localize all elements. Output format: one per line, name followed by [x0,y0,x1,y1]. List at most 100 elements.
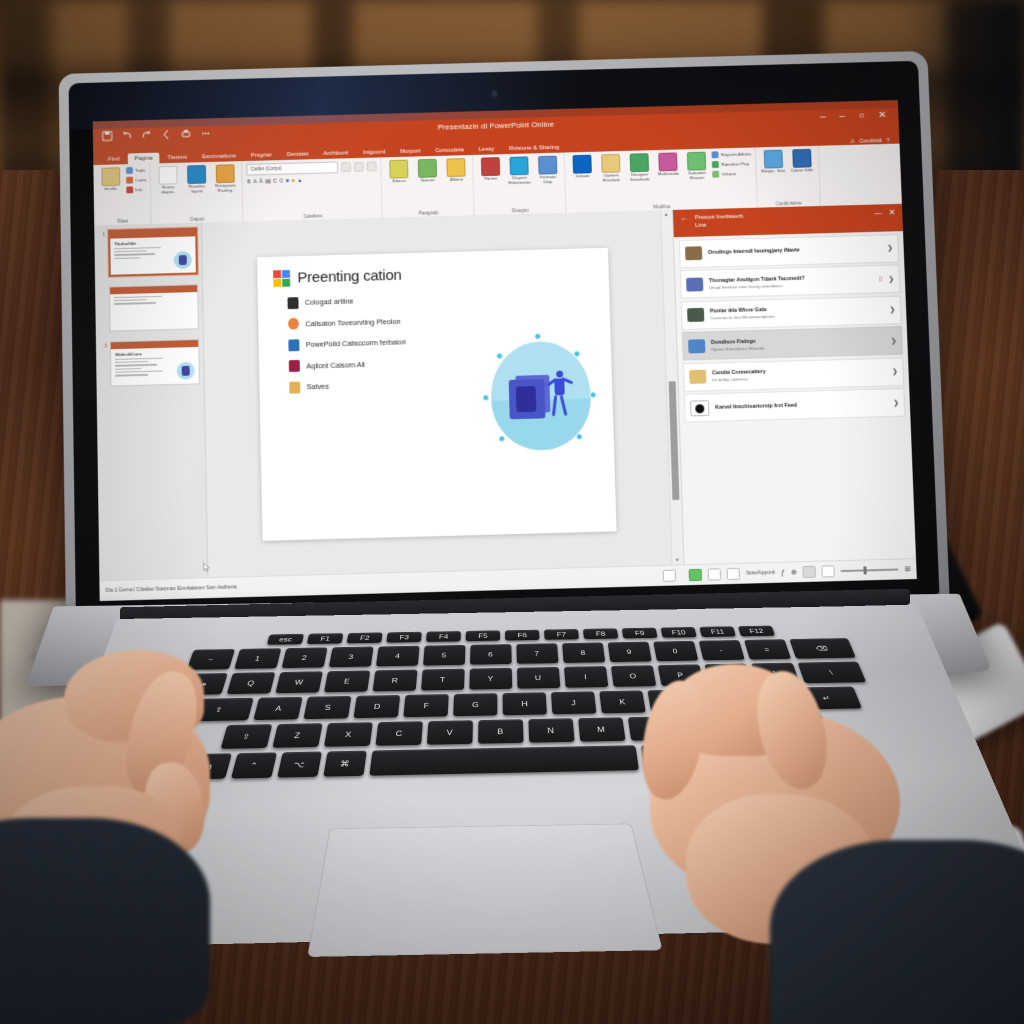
accessibility-icon[interactable]: ƒ [781,569,785,576]
slide-thumbnail[interactable]: Slides&Conc [110,339,200,387]
task-panel-item[interactable]: Karvel Itrechtsartorstp frot Feed ❯ [684,388,905,423]
ribbon-button-1-0[interactable]: Nuova diapos. [155,166,181,196]
key-X[interactable]: X [323,722,372,747]
ribbon-tab-0[interactable]: Find [101,154,126,165]
key-5[interactable]: 5 [423,645,465,666]
panel-close-icon[interactable]: ✕ [889,209,896,217]
strike-icon[interactable]: ▤ [265,179,270,185]
key-G[interactable]: G [453,693,497,716]
key-3[interactable]: 3 [328,647,373,668]
ribbon-button-5-3[interactable]: Multimedia [655,152,681,177]
ribbon-button-6-0[interactable]: Rimpic. Size [760,150,786,175]
notes-button[interactable]: Note/Appunti [746,570,775,577]
zoom-out-button[interactable] [803,566,816,578]
ribbon-button-3-2[interactable]: Allinea [443,158,469,183]
slide-canvas-area[interactable]: Preenting cation Cologad artline Calisato… [202,210,672,578]
chevron-right-icon[interactable]: ❯ [887,244,893,252]
chevron-right-icon[interactable]: ❯ [893,399,899,407]
chevron-right-icon[interactable]: ❯ [888,275,894,283]
task-panel[interactable]: ← Presont Inertisserb Lina — ✕ Orodings … [672,204,916,566]
font-shrink-button[interactable] [354,162,364,172]
ribbon-button-1-2[interactable]: Reimposta Riseleg. [212,164,238,194]
key-U[interactable]: U [516,667,559,689]
key-space[interactable] [369,745,639,775]
task-panel-item[interactable]: Cendia Connecattery Im dalley Linteress ❯ [683,357,904,391]
key-F2[interactable]: F2 [347,632,383,643]
view-slideshow-button[interactable] [727,568,740,580]
highlight-icon[interactable]: ■ [286,178,289,184]
font-name-input[interactable]: Calibri (Corpo) [247,161,339,175]
key-F[interactable]: F [403,694,448,717]
ribbon-check-5-1[interactable]: Riproduci Play [712,160,751,168]
key-F8[interactable]: F8 [583,628,618,639]
task-panel-item[interactable]: Orodings Interndl heumgjany iNavte ❯ [679,234,899,268]
key-Y[interactable]: Y [469,668,512,690]
ribbon-button-5-1[interactable]: Opzioni Risorlatri [598,154,625,184]
key-F4[interactable]: F4 [426,631,461,642]
key-6[interactable]: 6 [470,644,512,665]
task-panel-item[interactable]: Punlar ikla Wlore Gala Cuonnarctu Irna Sh… [681,295,902,329]
scrollbar-thumb[interactable] [669,381,680,500]
italic-icon[interactable]: A [253,179,257,185]
panel-minimize-icon[interactable]: — [874,209,882,217]
underline-icon[interactable]: Ā [259,179,263,185]
selection-handle[interactable] [575,433,582,440]
key-7[interactable]: 7 [516,643,558,664]
scroll-up-icon[interactable]: ▲ [664,212,669,218]
key-F3[interactable]: F3 [386,632,421,643]
zoom-in-button[interactable] [822,565,835,577]
zoom-slider[interactable] [841,569,899,572]
shadow-icon[interactable]: C [273,179,277,185]
task-panel-item[interactable]: Thonagtar Anuligon Tdank Taconedt? Utnad … [680,265,901,299]
key-F9[interactable]: F9 [622,628,658,639]
slide-title[interactable]: Preenting cation [297,266,401,285]
ribbon-button-6-1[interactable]: Colore Stile [788,149,815,174]
view-normal-button[interactable] [662,570,675,582]
key-N[interactable]: N [528,718,574,742]
selection-handle[interactable] [589,391,596,398]
key-8[interactable]: 8 [562,642,605,662]
ribbon-check-5-2[interactable]: Volume [713,170,752,178]
task-panel-item[interactable]: Dondisos Fielngs Rlplore Evertsbace Waand… [682,326,903,360]
key-⌘[interactable]: ⌘ [323,751,367,777]
key-C[interactable]: C [375,721,423,746]
key-F7[interactable]: F7 [544,629,579,640]
key-H[interactable]: H [503,692,547,715]
key-D[interactable]: D [353,695,400,718]
key-T[interactable]: T [420,669,464,691]
key-R[interactable]: R [372,670,417,692]
slide-thumbnail-row-0[interactable]: 1 Titoloslide [98,228,198,278]
ribbon-button-5-4[interactable]: Sottotitoli Riavvio [683,152,710,182]
selection-handle[interactable] [534,332,541,339]
fit-slide-icon[interactable]: ⊞ [904,565,910,573]
key-F5[interactable]: F5 [466,630,500,641]
slide-thumbnail[interactable] [109,284,199,331]
slide-canvas[interactable]: Preenting cation Cologad artline Calisato… [256,247,616,540]
clear-format-button[interactable] [367,161,377,171]
ribbon-tab-10[interactable]: Lessy [472,144,502,155]
key-J[interactable]: J [551,691,596,714]
selection-handle[interactable] [573,350,580,357]
ribbon-check-5-0[interactable]: Registra Attivita [712,150,751,158]
panel-back-icon[interactable]: ← [680,214,688,222]
selection-handle[interactable] [496,352,503,359]
ribbon-button-0-0[interactable]: Incolla [97,167,123,192]
scroll-down-icon[interactable]: ▼ [675,557,680,563]
selection-handle[interactable] [482,394,489,401]
clear-format-icon[interactable]: ▲ [297,178,303,184]
ribbon-button-3-0[interactable]: Elenco [386,160,412,185]
slide-thumbnail-row-2[interactable]: 3 Slides&Conc [100,339,200,387]
task-panel-list[interactable]: Orodings Interndl heumgjany iNavte ❯ Thona… [674,231,916,565]
ribbon-small-button-0-1[interactable]: Copia [126,176,146,183]
chevron-right-icon[interactable]: ❯ [889,306,895,314]
view-sorter-button[interactable] [689,569,702,581]
font-color-icon[interactable]: ■ [291,178,294,184]
key-F10[interactable]: F10 [661,627,697,638]
font-grow-button[interactable] [341,162,351,172]
key-E[interactable]: E [324,670,370,692]
ribbon-button-3-1[interactable]: Numeri [414,159,440,184]
selection-handle[interactable] [498,435,505,442]
chevron-right-icon[interactable]: ❯ [892,368,898,376]
item-flag-icon[interactable]: ▯ [879,276,883,283]
ribbon-button-5-2[interactable]: Designer Smartlook [626,153,653,183]
